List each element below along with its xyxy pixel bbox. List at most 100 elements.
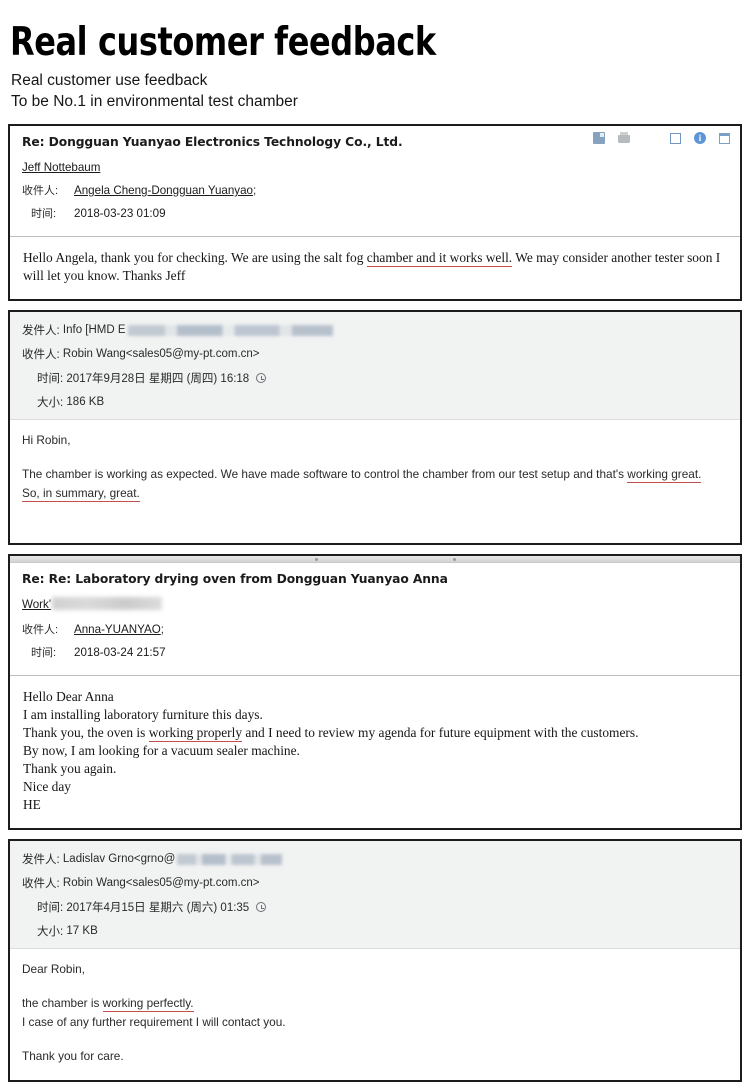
- email-card-3: Re: Re: Laboratory drying oven from Dong…: [8, 554, 742, 830]
- email-3-subject: Re: Re: Laboratory drying oven from Dong…: [22, 572, 448, 586]
- email-2-time-row: 时间: 2017年9月28日 星期四 (周四) 16:18: [22, 370, 728, 386]
- email-2-from-row: 发件人: Info [HMD E: [22, 322, 728, 338]
- email-3-time: 2018-03-24 21:57: [74, 646, 166, 659]
- from-label: 发件人:: [22, 854, 60, 866]
- attachment-icon[interactable]: [593, 132, 605, 144]
- email-2-body-line: Hi Robin,: [22, 431, 728, 450]
- subtitle-line-1: Real customer use feedback: [11, 72, 208, 89]
- body-text: Hi Robin,: [22, 433, 71, 447]
- to-label: 收件人:: [22, 878, 60, 890]
- email-3-body-line: Hello Dear Anna: [23, 688, 728, 706]
- email-2-size: 186 KB: [66, 396, 105, 408]
- body-text: Thank you again.: [23, 761, 117, 776]
- body-text: the chamber is: [22, 996, 103, 1010]
- semicolon: ;: [253, 184, 257, 197]
- email-4-to-row: 收件人: Robin Wang<sales05@my-pt.com.cn>: [22, 875, 728, 891]
- email-2-to-row: 收件人: Robin Wang<sales05@my-pt.com.cn>: [22, 346, 728, 362]
- email-1-time-row: 时间: 2018-03-23 01:09: [22, 205, 728, 221]
- email-4-to[interactable]: Robin Wang<sales05@my-pt.com.cn>: [63, 877, 260, 889]
- email-2-body-line: The chamber is working as expected. We h…: [22, 465, 728, 484]
- body-text: Hello Dear Anna: [23, 689, 114, 704]
- email-3-recipient[interactable]: Anna-YUANYAO: [74, 623, 161, 636]
- highlighted-text: working perfectly.: [102, 996, 194, 1012]
- body-text: The chamber is working as expected. We h…: [22, 467, 628, 481]
- body-text: Thank you, the oven is: [23, 725, 149, 740]
- email-4-body-line: I case of any further requirement I will…: [22, 1013, 728, 1032]
- flag-icon[interactable]: [670, 132, 681, 144]
- page-title: Real customer feedback: [10, 20, 436, 65]
- highlighted-text: So, in summary, great.: [22, 486, 140, 502]
- email-1-body-line: Hello Angela, thank you for checking. We…: [23, 249, 728, 285]
- body-text: and I need to review my agenda for futur…: [242, 725, 639, 740]
- info-icon[interactable]: i: [694, 132, 706, 144]
- email-4-time: 2017年4月15日 星期六 (周六) 01:35: [66, 902, 250, 914]
- email-4-body-line: Dear Robin,: [22, 960, 728, 979]
- clock-icon: [256, 373, 267, 383]
- size-label: 大小:: [37, 926, 64, 938]
- email-4-size-row: 大小: 17 KB: [22, 923, 728, 939]
- email-3-body-line: Thank you again.: [23, 760, 728, 778]
- email-1-toolbar: i: [593, 132, 730, 144]
- from-label: 发件人:: [22, 325, 60, 337]
- email-4-body: Dear Robin, the chamber is working perfe…: [10, 949, 740, 1080]
- email-4-from: Ladislav Grno<grno@: [62, 853, 176, 865]
- body-text: Dear Robin,: [22, 962, 85, 976]
- to-label: 收件人:: [22, 349, 60, 361]
- time-label: 时间:: [31, 647, 57, 659]
- body-text: I am installing laboratory furniture thi…: [23, 707, 263, 722]
- redacted-text: [52, 597, 163, 610]
- highlighted-text: working great.: [627, 467, 702, 483]
- semicolon: ;: [160, 623, 165, 636]
- email-4-from-row: 发件人: Ladislav Grno<grno@: [22, 851, 728, 867]
- subtitle-line-2: To be No.1 in environmental test chamber: [11, 93, 298, 110]
- body-text: HE: [23, 797, 41, 812]
- clock-icon: [256, 902, 267, 912]
- email-3-body-line: Nice day: [23, 778, 728, 796]
- email-2-header: 发件人: Info [HMD E 收件人: Robin Wang<sales05…: [10, 312, 740, 420]
- email-3-sender[interactable]: Work': [22, 598, 51, 611]
- email-4-time-row: 时间: 2017年4月15日 星期六 (周六) 01:35: [22, 899, 728, 915]
- time-label: 时间:: [37, 902, 64, 914]
- email-1-time: 2018-03-23 01:09: [74, 207, 166, 220]
- email-2-to[interactable]: Robin Wang<sales05@my-pt.com.cn>: [63, 348, 260, 360]
- body-text: Hello Angela, thank you for checking. We…: [23, 250, 367, 265]
- redacted-text: [127, 324, 333, 336]
- redacted-text: [177, 853, 283, 865]
- email-3-body-line: HE: [23, 796, 728, 814]
- email-4-size: 17 KB: [66, 925, 98, 937]
- email-2-size-row: 大小: 186 KB: [22, 394, 728, 410]
- body-text: By now, I am looking for a vacuum sealer…: [23, 743, 300, 758]
- email-card-2: 发件人: Info [HMD E 收件人: Robin Wang<sales05…: [8, 310, 742, 545]
- window-icon[interactable]: [719, 132, 730, 144]
- body-text: Thank you for care.: [22, 1049, 124, 1063]
- size-label: 大小:: [37, 397, 64, 409]
- email-screenshot-list: i Re: Dongguan Yuanyao Electronics Techn…: [8, 124, 742, 1082]
- feedback-page: Real customer feedback Real customer use…: [0, 0, 750, 1082]
- email-3-time-row: 时间: 2018-03-24 21:57: [22, 644, 728, 660]
- print-icon[interactable]: [618, 132, 630, 143]
- email-2-time: 2017年9月28日 星期四 (周四) 16:18: [66, 373, 250, 385]
- email-1-recipient[interactable]: Angela Cheng-Dongguan Yuanyao: [74, 184, 253, 197]
- email-2-body-line: So, in summary, great.: [22, 484, 728, 503]
- email-card-4: 发件人: Ladislav Grno<grno@ 收件人: Robin Wang…: [8, 839, 742, 1082]
- email-3-header: Re: Re: Laboratory drying oven from Dong…: [10, 563, 740, 675]
- email-3-toolbar-strip: [10, 556, 740, 563]
- email-3-body-line: By now, I am looking for a vacuum sealer…: [23, 742, 728, 760]
- email-3-body: Hello Dear Anna I am installing laborato…: [10, 676, 740, 828]
- email-4-body-line: Thank you for care.: [22, 1047, 728, 1066]
- body-text: Nice day: [23, 779, 71, 794]
- email-3-body-line: Thank you, the oven is working properly …: [23, 724, 728, 742]
- email-1-body: Hello Angela, thank you for checking. We…: [10, 237, 740, 299]
- email-3-recipient-row: 收件人: Anna-YUANYAO ;: [22, 621, 728, 637]
- email-3-body-line: I am installing laboratory furniture thi…: [23, 706, 728, 724]
- highlighted-text: working properly: [148, 725, 243, 742]
- email-1-recipient-row: 收件人: Angela Cheng-Dongguan Yuanyao ;: [22, 182, 728, 198]
- body-text: I case of any further requirement I will…: [22, 1015, 286, 1029]
- email-1-sender[interactable]: Jeff Nottebaum: [22, 161, 100, 174]
- email-4-body-line: the chamber is working perfectly.: [22, 994, 728, 1013]
- highlighted-text: chamber and it works well.: [366, 250, 513, 267]
- email-4-header: 发件人: Ladislav Grno<grno@ 收件人: Robin Wang…: [10, 841, 740, 949]
- page-header: Real customer feedback Real customer use…: [0, 0, 750, 112]
- time-label: 时间:: [31, 208, 57, 220]
- recipient-label: 收件人:: [22, 185, 59, 197]
